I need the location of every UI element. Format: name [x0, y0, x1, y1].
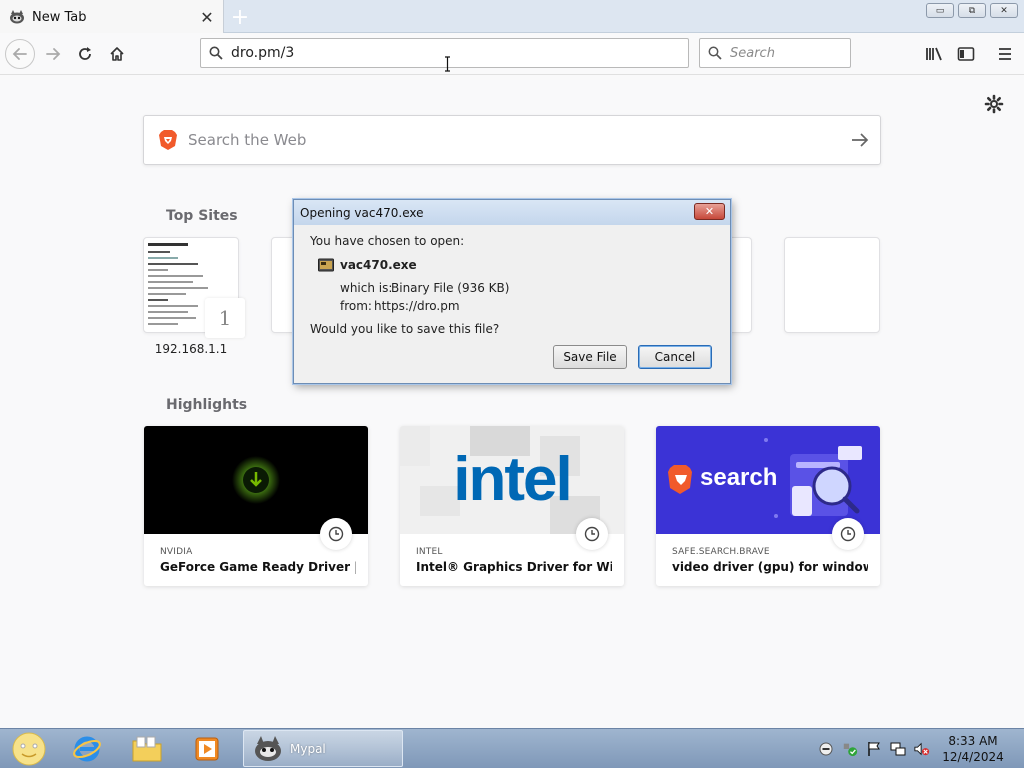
tab-close-icon[interactable]: ✕: [197, 7, 217, 27]
highlight-card[interactable]: intel INTEL Intel® Graphics Driver for W…: [400, 426, 624, 586]
brave-lion-icon: [159, 130, 177, 150]
dialog-filename: vac470.exe: [340, 258, 417, 272]
which-is-label: which is:: [340, 281, 393, 295]
search-icon: [209, 46, 223, 60]
from-value: https://dro.pm: [374, 299, 460, 313]
top-site-badge: 1: [205, 298, 245, 338]
restore-icon[interactable]: ⧉: [958, 3, 986, 18]
gear-icon: [984, 94, 1004, 114]
volume-muted-icon[interactable]: [914, 741, 930, 757]
media-player-taskbar-button[interactable]: [178, 731, 236, 767]
highlight-source: NVIDIA: [160, 547, 193, 557]
web-search-box[interactable]: Search the Web: [143, 115, 881, 165]
file-explorer-taskbar-button[interactable]: [118, 731, 176, 767]
from-label: from:: [340, 299, 372, 313]
new-tab-page: Search the Web Top Sites 1 192.168.1.1 H…: [0, 76, 1024, 728]
web-search-placeholder: Search the Web: [188, 131, 307, 149]
taskbar: Mypal 8:33 AM 12/4/2024: [0, 728, 1024, 768]
sidebar-button[interactable]: [953, 41, 979, 67]
dialog-title: Opening vac470.exe: [300, 205, 424, 220]
clock-time: 8:33 AM: [948, 734, 998, 748]
download-dialog: Opening vac470.exe ✕ You have chosen to …: [293, 199, 731, 384]
home-icon: [110, 47, 124, 61]
menu-button[interactable]: [992, 41, 1018, 67]
clock-date: 12/4/2024: [942, 750, 1004, 764]
executable-file-icon: [318, 258, 334, 272]
start-orb-icon: [12, 732, 46, 766]
mypal-taskbar-label: Mypal: [290, 741, 326, 756]
search-submit-button[interactable]: [840, 120, 880, 160]
new-tab-plus-icon[interactable]: +: [228, 5, 252, 30]
tab-new-tab[interactable]: New Tab ✕: [0, 0, 224, 34]
search-bar[interactable]: [699, 38, 851, 68]
dialog-question: Would you like to save this file?: [310, 322, 500, 336]
clock-icon: [832, 518, 864, 550]
highlight-title: GeForce Game Ready Driver | 3...: [160, 560, 356, 574]
tab-strip: New Tab ✕ + ▭ ⧉ ✕: [0, 0, 1024, 34]
tab-title: New Tab: [32, 9, 87, 25]
dialog-title-bar[interactable]: Opening vac470.exe: [294, 200, 730, 225]
highlight-source: INTEL: [416, 547, 443, 557]
home-button[interactable]: [102, 39, 132, 69]
highlights-title: Highlights: [166, 397, 248, 413]
hamburger-menu-icon: [999, 48, 1011, 60]
cancel-button[interactable]: Cancel: [638, 345, 712, 369]
url-text: dro.pm/3: [231, 45, 295, 61]
intel-wordmark: intel: [453, 445, 572, 514]
window-close-icon[interactable]: ✕: [990, 3, 1018, 18]
text-cursor-icon: [444, 56, 451, 72]
reload-icon: [79, 47, 91, 60]
highlight-title: video driver (gpu) for windows ...: [672, 560, 868, 574]
internet-explorer-taskbar-button[interactable]: [58, 731, 116, 767]
top-sites-title: Top Sites: [166, 208, 238, 224]
back-arrow-icon: [12, 48, 27, 60]
library-button[interactable]: [921, 41, 947, 67]
customize-gear-button[interactable]: [984, 94, 1004, 114]
tray-minus-icon[interactable]: [818, 741, 834, 757]
mypal-raccoon-icon: [255, 735, 281, 761]
start-button[interactable]: [0, 731, 58, 767]
forward-button[interactable]: [38, 39, 68, 69]
search-input[interactable]: [730, 45, 840, 61]
back-button[interactable]: [5, 39, 35, 69]
highlight-card[interactable]: search SAFE.SEARCH.BRAVE video driver (g…: [656, 426, 880, 586]
sidebar-icon: [957, 47, 975, 61]
highlight-title: Intel® Graphics Driver for Wind...: [416, 560, 612, 574]
brave-search-wordmark: search: [700, 464, 778, 491]
arrow-right-icon: [852, 133, 869, 147]
top-site-label: 192.168.1.1: [154, 342, 228, 356]
mypal-taskbar-button[interactable]: Mypal: [243, 730, 403, 767]
reload-button[interactable]: [70, 39, 100, 69]
library-icon: [926, 47, 942, 61]
navigation-toolbar: dro.pm/3: [0, 33, 1024, 75]
minimize-icon[interactable]: ▭: [926, 3, 954, 18]
which-is-value: Binary File (936 KB): [391, 281, 510, 295]
clock-icon: [576, 518, 608, 550]
dialog-intro: You have chosen to open:: [310, 234, 465, 248]
highlight-card[interactable]: NVIDIA GeForce Game Ready Driver | 3...: [144, 426, 368, 586]
forward-arrow-icon: [46, 48, 61, 60]
security-shield-icon[interactable]: [842, 741, 858, 757]
media-player-icon: [195, 737, 219, 761]
clock-icon: [320, 518, 352, 550]
action-center-flag-icon[interactable]: [866, 741, 882, 757]
highlight-source: SAFE.SEARCH.BRAVE: [672, 547, 770, 557]
internet-explorer-icon: [73, 736, 101, 762]
search-icon: [708, 46, 722, 60]
save-file-button[interactable]: Save File: [553, 345, 627, 369]
folder-icon: [132, 736, 162, 762]
dialog-close-button[interactable]: ✕: [694, 203, 725, 220]
top-site-empty-tile[interactable]: [784, 237, 880, 333]
taskbar-clock[interactable]: 8:33 AM 12/4/2024: [936, 733, 1010, 765]
mypal-raccoon-icon: [8, 8, 26, 26]
network-icon[interactable]: [890, 741, 906, 757]
